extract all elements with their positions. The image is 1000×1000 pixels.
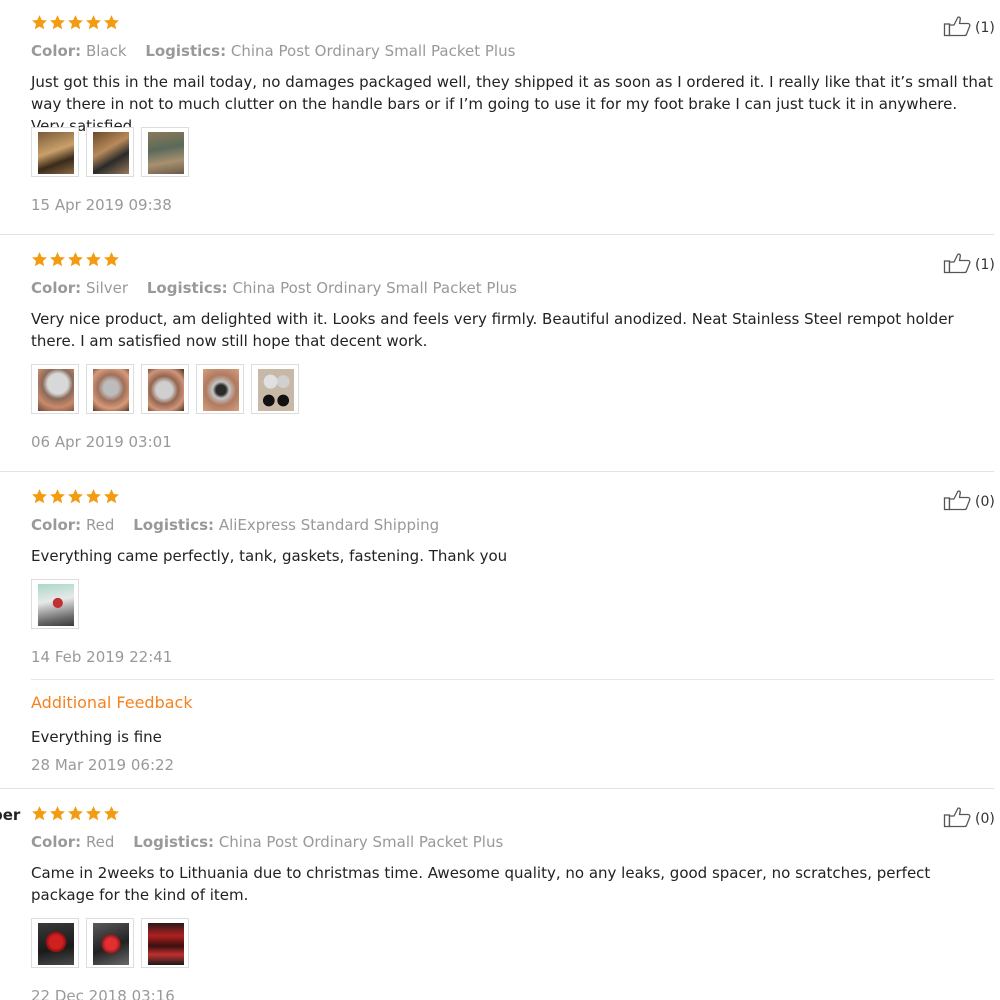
star-rating bbox=[31, 488, 120, 508]
review-meta: Color: Silver Logistics: China Post Ordi… bbox=[31, 279, 517, 297]
star-icon bbox=[31, 14, 48, 31]
star-icon bbox=[67, 488, 84, 505]
star-icon bbox=[49, 488, 66, 505]
helpful-count: (0) bbox=[975, 811, 995, 827]
helpful-count: (1) bbox=[975, 20, 995, 36]
logistics-value: AliExpress Standard Shipping bbox=[218, 516, 440, 534]
review-photo[interactable] bbox=[141, 918, 189, 968]
color-key: Color: bbox=[31, 279, 82, 297]
star-icon bbox=[85, 14, 102, 31]
clipped-side-label: per bbox=[0, 806, 21, 824]
star-rating bbox=[31, 805, 120, 825]
review-photo[interactable] bbox=[141, 127, 189, 177]
review-photo[interactable] bbox=[31, 918, 79, 968]
review-divider bbox=[0, 234, 994, 235]
thumbs-up-icon bbox=[943, 489, 973, 515]
color-value: Red bbox=[85, 833, 115, 851]
color-value: Silver bbox=[85, 279, 129, 297]
review-photo[interactable] bbox=[251, 364, 299, 414]
logistics-key: Logistics: bbox=[146, 279, 228, 297]
star-icon bbox=[103, 251, 120, 268]
review-meta: Color: Black Logistics: China Post Ordin… bbox=[31, 42, 515, 60]
review-photo[interactable] bbox=[86, 127, 134, 177]
review-text: Came in 2weeks to Lithuania due to chris… bbox=[31, 864, 931, 904]
star-icon bbox=[49, 251, 66, 268]
review-text: Very nice product, am delighted with it.… bbox=[31, 310, 954, 350]
logistics-key: Logistics: bbox=[133, 833, 215, 851]
review-photo[interactable] bbox=[31, 579, 79, 629]
review-date: 15 Apr 2019 09:38 bbox=[31, 196, 172, 214]
star-icon bbox=[67, 14, 84, 31]
logistics-value: China Post Ordinary Small Packet Plus bbox=[232, 279, 517, 297]
star-icon bbox=[85, 488, 102, 505]
color-value: Black bbox=[85, 42, 127, 60]
star-icon bbox=[31, 805, 48, 822]
review-photo[interactable] bbox=[31, 127, 79, 177]
additional-feedback-date: 28 Mar 2019 06:22 bbox=[31, 756, 175, 774]
logistics-value: China Post Ordinary Small Packet Plus bbox=[230, 42, 516, 60]
thumbs-up-icon bbox=[943, 15, 973, 41]
thumbs-up-icon bbox=[943, 806, 973, 832]
review-photo[interactable] bbox=[141, 364, 189, 414]
review-photos bbox=[31, 918, 189, 968]
review-photo[interactable] bbox=[86, 918, 134, 968]
review-date: 22 Dec 2018 03:16 bbox=[31, 987, 175, 1000]
additional-feedback-divider bbox=[31, 679, 994, 680]
thumbs-up-icon bbox=[943, 252, 973, 278]
helpful-count: (1) bbox=[975, 257, 995, 273]
helpful-count: (0) bbox=[975, 494, 995, 510]
color-value: Red bbox=[85, 516, 115, 534]
additional-feedback-title: Additional Feedback bbox=[31, 693, 193, 712]
star-icon bbox=[85, 805, 102, 822]
star-icon bbox=[31, 251, 48, 268]
review-date: 14 Feb 2019 22:41 bbox=[31, 648, 173, 666]
color-key: Color: bbox=[31, 516, 82, 534]
review-photos bbox=[31, 579, 79, 629]
review-photo[interactable] bbox=[31, 364, 79, 414]
star-icon bbox=[49, 14, 66, 31]
logistics-key: Logistics: bbox=[133, 516, 215, 534]
color-key: Color: bbox=[31, 833, 82, 851]
review-divider bbox=[0, 788, 994, 789]
star-icon bbox=[67, 805, 84, 822]
helpful-button[interactable]: (0) bbox=[943, 489, 995, 515]
additional-feedback-text: Everything is fine bbox=[31, 728, 162, 746]
star-icon bbox=[103, 14, 120, 31]
star-icon bbox=[85, 251, 102, 268]
reviews-page: (1) Color: Black Logistics: China Post O… bbox=[0, 0, 1000, 1000]
review-photos bbox=[31, 364, 299, 414]
helpful-button[interactable]: (1) bbox=[943, 15, 995, 41]
review-photo[interactable] bbox=[86, 364, 134, 414]
color-key: Color: bbox=[31, 42, 82, 60]
star-icon bbox=[49, 805, 66, 822]
review-meta: Color: Red Logistics: AliExpress Standar… bbox=[31, 516, 439, 534]
review-divider bbox=[0, 471, 994, 472]
logistics-value: China Post Ordinary Small Packet Plus bbox=[218, 833, 504, 851]
star-icon bbox=[67, 251, 84, 268]
star-icon bbox=[31, 488, 48, 505]
star-rating bbox=[31, 14, 120, 34]
review-photos bbox=[31, 127, 189, 177]
review-photo[interactable] bbox=[196, 364, 244, 414]
helpful-button[interactable]: (0) bbox=[943, 806, 995, 832]
review-meta: Color: Red Logistics: China Post Ordinar… bbox=[31, 833, 503, 851]
review-date: 06 Apr 2019 03:01 bbox=[31, 433, 172, 451]
logistics-key: Logistics: bbox=[145, 42, 227, 60]
helpful-button[interactable]: (1) bbox=[943, 252, 995, 278]
star-icon bbox=[103, 488, 120, 505]
star-icon bbox=[103, 805, 120, 822]
star-rating bbox=[31, 251, 120, 271]
review-text: Everything came perfectly, tank, gaskets… bbox=[31, 547, 508, 565]
